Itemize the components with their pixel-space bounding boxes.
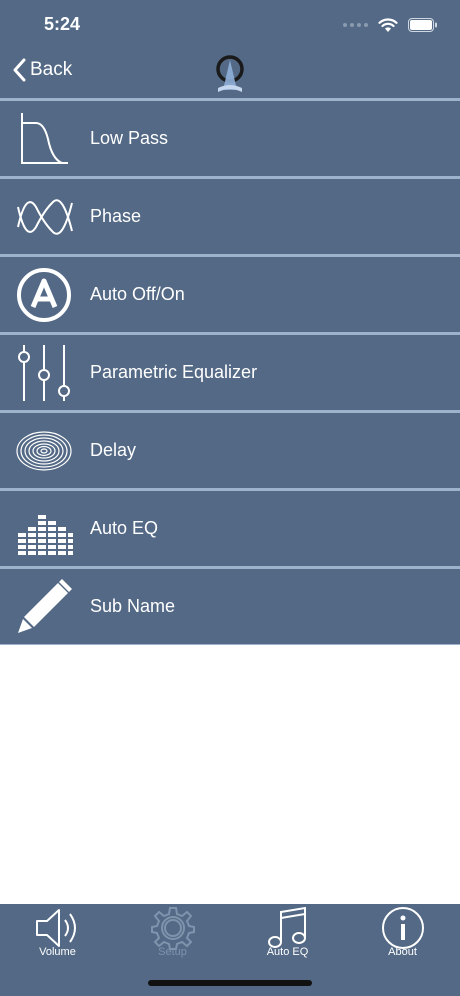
pencil-icon <box>18 579 72 633</box>
brand-logo-icon <box>216 55 244 92</box>
settings-menu: Low Pass Phase Auto Off/On Parametric Eq… <box>0 98 460 645</box>
chevron-left-icon <box>13 58 26 82</box>
gear-icon <box>150 907 195 950</box>
menu-item-label: Low Pass <box>90 128 169 148</box>
back-label: Back <box>30 59 73 80</box>
music-note-icon <box>267 906 306 948</box>
tab-setup[interactable]: Setup <box>115 904 230 974</box>
menu-item-label: Sub Name <box>90 596 176 616</box>
menu-item-sub-name[interactable]: Sub Name <box>0 566 460 645</box>
menu-item-phase[interactable]: Phase <box>0 176 460 254</box>
menu-item-auto-eq[interactable]: Auto EQ <box>0 488 460 566</box>
menu-item-auto-off-on[interactable]: Auto Off/On <box>0 254 460 332</box>
signal-icon <box>343 23 368 27</box>
top-bar: 5:24 Back <box>0 0 460 98</box>
tab-label: Auto EQ <box>266 946 309 958</box>
home-indicator[interactable] <box>148 980 312 986</box>
menu-item-label: Delay <box>90 440 137 460</box>
menu-item-label: Parametric Equalizer <box>90 362 258 382</box>
tab-label: Volume <box>39 946 76 958</box>
back-button[interactable]: Back <box>12 58 72 82</box>
info-icon <box>381 907 424 949</box>
tab-label: About <box>388 946 417 958</box>
status-time: 5:24 <box>44 14 81 34</box>
phase-wave-icon <box>17 199 73 235</box>
tab-volume[interactable]: Volume <box>0 904 115 974</box>
status-icons <box>343 14 438 36</box>
menu-item-delay[interactable]: Delay <box>0 410 460 488</box>
auto-a-icon <box>17 268 71 322</box>
tab-label: Setup <box>158 946 187 958</box>
sliders-icon <box>18 345 70 401</box>
concentric-rings-icon <box>16 431 72 471</box>
menu-item-label: Auto Off/On <box>90 284 185 304</box>
speaker-icon <box>35 909 76 947</box>
tab-about[interactable]: About <box>345 904 460 974</box>
screen: 5:24 Back Low Pass Phase Auto Off/On Par… <box>0 0 460 996</box>
low-pass-filter-icon <box>21 113 68 164</box>
tab-auto-eq[interactable]: Auto EQ <box>230 904 345 974</box>
menu-item-label: Auto EQ <box>90 518 159 538</box>
battery-icon <box>408 18 437 32</box>
eq-bars-icon <box>18 515 73 555</box>
menu-item-label: Phase <box>90 206 142 226</box>
menu-item-parametric-equalizer[interactable]: Parametric Equalizer <box>0 332 460 410</box>
menu-item-low-pass[interactable]: Low Pass <box>0 98 460 176</box>
wifi-icon <box>378 18 398 32</box>
